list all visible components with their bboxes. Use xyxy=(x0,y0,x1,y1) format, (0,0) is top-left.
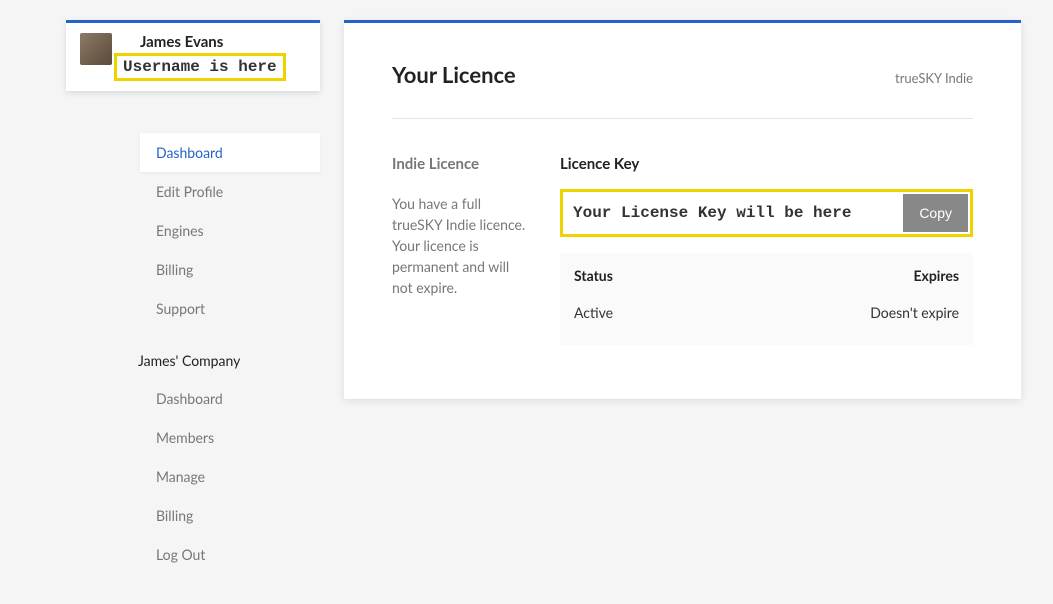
licence-status-table: Status Expires Active Doesn't expire xyxy=(560,253,973,345)
licence-key-box: Your License Key will be here Copy xyxy=(560,189,973,237)
nav-personal: Dashboard Edit Profile Engines Billing S… xyxy=(66,133,320,574)
nav-company-dashboard[interactable]: Dashboard xyxy=(140,379,320,418)
status-header-label: Status xyxy=(574,267,613,284)
nav-dashboard[interactable]: Dashboard xyxy=(140,133,320,172)
licence-card: Your Licence trueSKY Indie Indie Licence… xyxy=(344,20,1021,399)
nav-logout[interactable]: Log Out xyxy=(140,535,320,574)
nav-company-billing[interactable]: Billing xyxy=(140,496,320,535)
licence-key-heading: Licence Key xyxy=(560,155,973,173)
avatar xyxy=(80,33,112,65)
licence-type-label: trueSKY Indie xyxy=(895,70,973,86)
licence-heading: Indie Licence xyxy=(392,155,532,173)
nav-engines[interactable]: Engines xyxy=(140,211,320,250)
nav-company-header: James' Company xyxy=(138,328,320,379)
user-card: James Evans Username is here xyxy=(66,20,320,91)
page-title: Your Licence xyxy=(392,61,516,88)
status-value: Active xyxy=(574,304,613,321)
copy-button[interactable]: Copy xyxy=(903,194,968,232)
nav-company-manage[interactable]: Manage xyxy=(140,457,320,496)
licence-key-value[interactable]: Your License Key will be here xyxy=(563,192,901,234)
nav-company-members[interactable]: Members xyxy=(140,418,320,457)
expires-value: Doesn't expire xyxy=(870,304,959,321)
nav-support[interactable]: Support xyxy=(140,289,320,328)
nav-billing[interactable]: Billing xyxy=(140,250,320,289)
expires-header-label: Expires xyxy=(913,267,959,284)
licence-description: You have a full trueSKY Indie licence. Y… xyxy=(392,193,532,298)
username-highlight: Username is here xyxy=(114,53,286,81)
nav-edit-profile[interactable]: Edit Profile xyxy=(140,172,320,211)
user-name: James Evans xyxy=(122,33,308,51)
